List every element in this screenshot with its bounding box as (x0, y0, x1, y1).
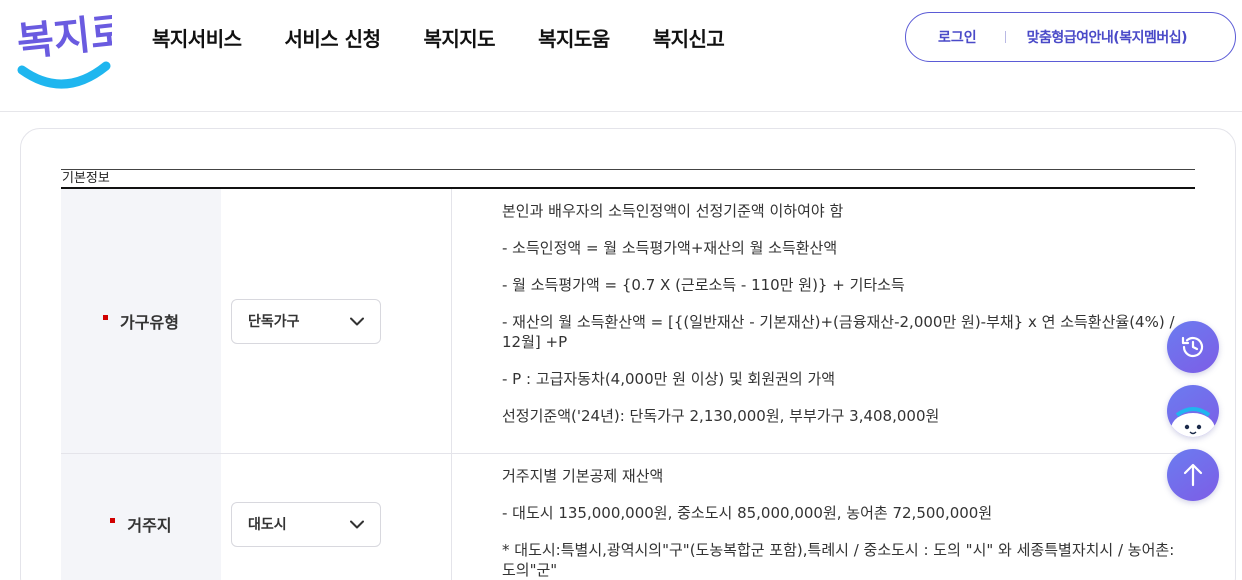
nav-welfare-report[interactable]: 복지신고 (653, 26, 725, 52)
desc-line: - 대도시 135,000,000원, 중소도시 85,000,000원, 농어… (502, 504, 993, 522)
nav-welfare-service[interactable]: 복지서비스 (152, 26, 242, 52)
selected-value: 대도시 (248, 517, 287, 533)
chevron-down-icon (350, 317, 364, 325)
desc-line: 본인과 배우자의 소득인정액이 선정기준액 이하여야 함 (502, 202, 844, 220)
desc-line: 선정기준액('24년): 단독가구 2,130,000원, 부부가구 3,408… (502, 407, 940, 425)
select-cell: 대도시 (221, 454, 452, 580)
scroll-top-button[interactable] (1167, 449, 1219, 501)
row-header-residence: 거주지 (61, 454, 221, 580)
arrow-up-icon (1183, 463, 1203, 487)
main-navigation: 복지서비스 서비스 신청 복지지도 복지도움 복지신고 (152, 26, 767, 52)
chatbot-mascot-icon (1171, 407, 1215, 437)
row-description: 거주지별 기본공제 재산액 - 대도시 135,000,000원, 중소도시 8… (452, 454, 1195, 580)
selected-value: 단독가구 (248, 314, 300, 330)
utility-menu: 로그인 맞춤형급여안내(복지멤버십) (905, 12, 1236, 62)
nav-welfare-map[interactable]: 복지지도 (423, 26, 495, 52)
table-row-household-type: 가구유형 단독가구 본인과 배우자의 소득인정액이 선정기준액 이하여야 함 -… (61, 189, 1195, 454)
login-link[interactable]: 로그인 (938, 27, 977, 47)
desc-line: - 월 소득평가액 = {0.7 X (근로소득 - 110만 원)} + 기타… (502, 276, 905, 294)
history-icon (1181, 336, 1204, 358)
basic-info-table: 기본정보 가구유형 단독가구 본인과 배우자의 소득인정액이 선정기준액 이하여… (61, 169, 1195, 580)
nav-welfare-help[interactable]: 복지도움 (538, 26, 610, 52)
chatbot-button[interactable] (1167, 385, 1219, 437)
site-logo[interactable]: 복지로 (15, 8, 129, 96)
required-bullet-icon (103, 314, 109, 320)
table-row-residence: 거주지 대도시 거주지별 기본공제 재산액 - 대도시 135,000,000원… (61, 454, 1195, 580)
row-label: 가구유형 (120, 313, 179, 332)
recent-history-button[interactable] (1167, 321, 1219, 373)
chevron-down-icon (350, 520, 364, 528)
desc-line: - 소득인정액 = 월 소득평가액+재산의 월 소득환산액 (502, 239, 838, 257)
row-header-household-type: 가구유형 (61, 189, 221, 453)
site-header: 복지로 복지서비스 서비스 신청 복지지도 복지도움 복지신고 로그인 맞춤형급… (0, 0, 1242, 112)
required-bullet-icon (110, 517, 116, 523)
select-cell: 단독가구 (221, 189, 452, 453)
nav-service-apply[interactable]: 서비스 신청 (285, 26, 381, 52)
row-description: 본인과 배우자의 소득인정액이 선정기준액 이하여야 함 - 소득인정액 = 월… (452, 189, 1195, 453)
household-type-select[interactable]: 단독가구 (231, 298, 381, 344)
svg-text:복지로: 복지로 (16, 9, 112, 66)
desc-line: * 대도시:특별시,광역시의"구"(도농복합군 포함),특례시 / 중소도시 :… (502, 541, 1175, 579)
boknjiro-logo-icon: 복지로 (15, 9, 129, 89)
welfare-membership-link[interactable]: 맞춤형급여안내(복지멤버십) (1027, 27, 1188, 47)
desc-line: 거주지별 기본공제 재산액 (502, 467, 664, 485)
utility-divider (1004, 31, 1006, 43)
table-caption: 기본정보 (61, 169, 1195, 189)
desc-line: - 재산의 월 소득환산액 = [{(일반재산 - 기본재산)+(금융재산-2,… (502, 313, 1175, 351)
row-label: 거주지 (127, 516, 172, 535)
desc-line: - P : 고급자동차(4,000만 원 이상) 및 회원권의 가액 (502, 370, 836, 388)
residence-select[interactable]: 대도시 (231, 501, 381, 547)
